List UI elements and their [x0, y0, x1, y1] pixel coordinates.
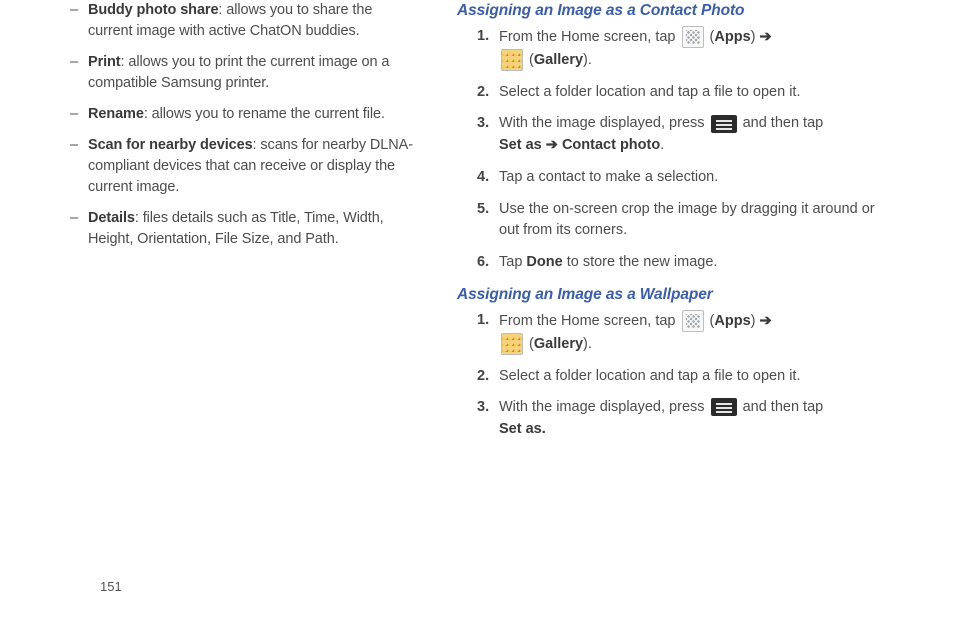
apps-label: Apps — [714, 313, 750, 329]
menu-icon — [711, 398, 737, 416]
feature-desc: : allows you to rename the current file. — [144, 106, 385, 122]
gallery-icon — [501, 49, 523, 71]
step-text: Tap — [499, 254, 526, 270]
set-as-label: Set as — [499, 137, 542, 153]
feature-term: Details — [88, 210, 135, 226]
step-text: From the Home screen, tap — [499, 313, 680, 329]
section-heading-contact-photo: Assigning an Image as a Contact Photo — [457, 0, 894, 22]
arrow-icon: ➔ — [546, 137, 558, 153]
step-text: With the image displayed, press — [499, 115, 709, 131]
step-text: . — [660, 137, 664, 153]
step-text: ) — [751, 29, 760, 45]
step-item: From the Home screen, tap (Apps) ➔ (Gall… — [499, 310, 894, 355]
step-text: From the Home screen, tap — [499, 29, 680, 45]
steps-contact-photo: From the Home screen, tap (Apps) ➔ (Gall… — [457, 26, 894, 273]
manual-page: Buddy photo share: allows you to share t… — [0, 0, 954, 636]
apps-icon — [682, 26, 704, 48]
feature-details: Details: files details such as Title, Ti… — [60, 208, 415, 250]
step-item: From the Home screen, tap (Apps) ➔ (Gall… — [499, 26, 894, 71]
gallery-label: Gallery — [534, 336, 583, 352]
step-item: Select a folder location and tap a file … — [499, 82, 894, 104]
step-item: Use the on-screen crop the image by drag… — [499, 199, 894, 243]
apps-label: Apps — [714, 29, 750, 45]
section-heading-wallpaper: Assigning an Image as a Wallpaper — [457, 284, 894, 306]
gallery-icon — [501, 333, 523, 355]
step-item: With the image displayed, press and then… — [499, 397, 894, 441]
page-number: 151 — [100, 579, 122, 594]
feature-term: Print — [88, 54, 121, 70]
steps-wallpaper: From the Home screen, tap (Apps) ➔ (Gall… — [457, 310, 894, 440]
step-text: and then tap — [743, 115, 824, 131]
arrow-icon: ➔ — [760, 29, 772, 45]
step-text: ) — [751, 313, 760, 329]
step-text: Select a folder location and tap a file … — [499, 368, 800, 384]
step-text: ). — [583, 336, 592, 352]
feature-list: Buddy photo share: allows you to share t… — [60, 0, 415, 250]
gallery-label: Gallery — [534, 52, 583, 68]
two-column-layout: Buddy photo share: allows you to share t… — [60, 0, 894, 451]
step-text: With the image displayed, press — [499, 399, 709, 415]
right-column: Assigning an Image as a Contact Photo Fr… — [457, 0, 894, 451]
menu-icon — [711, 115, 737, 133]
done-label: Done — [526, 254, 562, 270]
left-column: Buddy photo share: allows you to share t… — [60, 0, 415, 451]
feature-scan-nearby: Scan for nearby devices: scans for nearb… — [60, 135, 415, 198]
step-text: Tap a contact to make a selection. — [499, 169, 718, 185]
step-item: Select a folder location and tap a file … — [499, 366, 894, 388]
feature-buddy-photo-share: Buddy photo share: allows you to share t… — [60, 0, 415, 42]
step-text: Use the on-screen crop the image by drag… — [499, 201, 875, 239]
step-item: With the image displayed, press and then… — [499, 113, 894, 157]
contact-photo-label: Contact photo — [562, 137, 660, 153]
feature-term: Scan for nearby devices — [88, 137, 253, 153]
arrow-icon: ➔ — [760, 313, 772, 329]
feature-term: Buddy photo share — [88, 2, 218, 18]
step-item: Tap a contact to make a selection. — [499, 167, 894, 189]
step-text: to store the new image. — [563, 254, 718, 270]
feature-term: Rename — [88, 106, 144, 122]
step-text: ). — [583, 52, 592, 68]
feature-print: Print: allows you to print the current i… — [60, 52, 415, 94]
apps-icon — [682, 310, 704, 332]
step-text: Select a folder location and tap a file … — [499, 84, 800, 100]
set-as-label: Set as. — [499, 421, 546, 437]
feature-rename: Rename: allows you to rename the current… — [60, 104, 415, 125]
step-item: Tap Done to store the new image. — [499, 252, 894, 274]
feature-desc: : allows you to print the current image … — [88, 54, 389, 91]
step-text: and then tap — [743, 399, 824, 415]
